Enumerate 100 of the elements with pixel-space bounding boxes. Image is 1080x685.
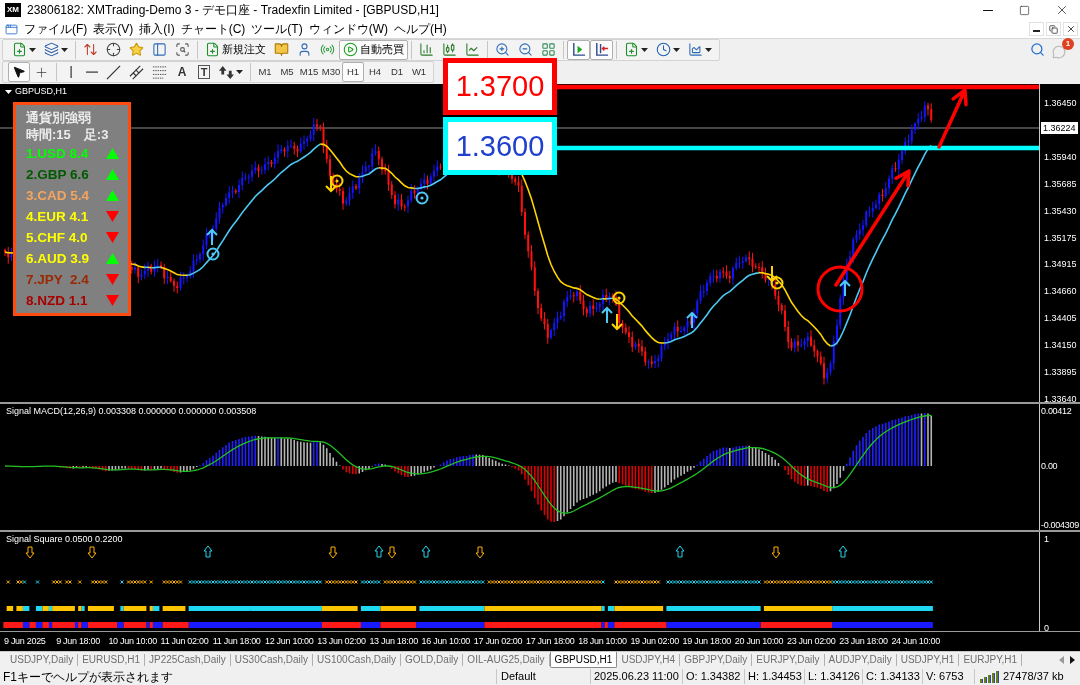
horizontal-line-icon — [85, 71, 98, 73]
chart-tab[interactable]: AUDJPY,Daily — [824, 654, 897, 666]
timeframe-button[interactable]: H1 — [342, 62, 364, 82]
close-icon — [1065, 24, 1076, 34]
menu-item[interactable]: 挿入(I) — [136, 20, 178, 38]
chart-tab[interactable]: USDJPY,H4 — [617, 654, 681, 666]
chart-tab[interactable]: US100Cash,Daily — [313, 654, 401, 666]
timeframe-button[interactable]: D1 — [386, 62, 408, 82]
ring-icon — [415, 191, 429, 205]
panel-icon — [152, 42, 167, 57]
menu-item[interactable]: チャート(C) — [177, 20, 249, 38]
scroll-left-icon[interactable] — [1059, 656, 1064, 664]
indicator-label: Signal Square 0.0500 0.2200 — [6, 534, 123, 545]
up-arrow-icon — [838, 545, 848, 558]
timeframe-button[interactable]: M1 — [254, 62, 276, 82]
text-label-button[interactable]: T — [193, 62, 215, 82]
menu-item[interactable]: ファイル(F) — [21, 20, 91, 38]
chart-shift-button[interactable] — [590, 39, 613, 60]
search-button[interactable] — [1028, 40, 1046, 59]
currency-rank-label: 6.AUD 3.9 — [26, 250, 90, 267]
vertical-line-icon — [69, 66, 72, 78]
chart-tab[interactable]: GOLD,Daily — [401, 654, 464, 666]
auto-scroll-button[interactable] — [567, 39, 590, 60]
chart-tab[interactable]: JP225Cash,Daily — [144, 654, 231, 666]
down-arrow-icon — [611, 313, 623, 331]
window-title: 23806182: XMTrading-Demo 3 - デモ口座 - Tradexfin Limited - [GBPUSD,H1] — [27, 2, 439, 19]
new-order-button[interactable]: 新規注文 — [201, 39, 270, 60]
highlight-circle — [816, 265, 864, 313]
ring-icon — [330, 174, 344, 188]
cursor-button[interactable] — [8, 62, 30, 82]
down-triangle-icon — [106, 274, 119, 285]
chart-tab[interactable]: US30Cash,Daily — [230, 654, 314, 666]
menu-item[interactable]: ツール(T) — [248, 20, 306, 38]
chart-tab[interactable]: EURJPY,Daily — [752, 654, 825, 666]
restore-button[interactable] — [1046, 22, 1061, 36]
up-triangle-icon — [106, 253, 119, 264]
chart-tab[interactable]: GBPUSD,H1 — [549, 652, 618, 668]
down-arrow-icon — [475, 546, 485, 559]
macd-axis-label: -0.004309 — [1041, 519, 1079, 531]
price-axis-label: 1.33895 — [1044, 366, 1077, 378]
time-axis-label: 23 Jun 18:00 — [839, 636, 888, 647]
up-triangle-icon — [106, 190, 119, 201]
time-axis-label: 10 Jun 10:00 — [108, 636, 157, 647]
price-axis-label: 1.34915 — [1044, 258, 1077, 271]
price-level-label: 1.3600 — [443, 117, 557, 175]
time-axis-label: 16 Jun 10:00 — [421, 636, 471, 647]
down-arrow-icon — [325, 175, 337, 193]
minimize-button[interactable] — [1029, 22, 1044, 36]
chart-tab[interactable]: EURUSD,H1 — [78, 654, 145, 666]
chart-tab[interactable]: GBPJPY,Daily — [680, 654, 753, 666]
axes-play-icon — [571, 42, 586, 57]
timeframe-button[interactable]: W1 — [408, 62, 430, 82]
up-arrow-icon — [203, 545, 213, 558]
down-arrow-icon — [328, 546, 338, 559]
timeframe-button[interactable]: M15 — [298, 62, 320, 82]
timeframe-button[interactable]: M30 — [320, 62, 342, 82]
timeframe-button[interactable]: M5 — [276, 62, 298, 82]
messages-button[interactable]: 1 — [1052, 40, 1072, 59]
text-tool-button[interactable]: A — [171, 62, 193, 82]
timeframe-button[interactable]: H4 — [364, 62, 386, 82]
price-axis-label: 1.35685 — [1044, 177, 1077, 190]
bar-count-label: 足:3 — [83, 126, 109, 143]
minimize-icon — [982, 9, 993, 11]
currency-rank-label: 2.GBP 6.6 — [26, 166, 89, 183]
caret-icon — [5, 89, 12, 94]
current-price-label: 1.36224 — [1041, 122, 1078, 134]
price-axis-label: 1.35940 — [1044, 150, 1077, 163]
grid-icon — [541, 42, 556, 57]
scroll-right-icon[interactable] — [1070, 656, 1075, 664]
trend-arrow — [937, 88, 968, 149]
book-icon — [274, 42, 289, 57]
time-axis-label: 13 Jun 18:00 — [369, 636, 418, 647]
time-axis-label: 17 Jun 18:00 — [526, 636, 575, 647]
price-axis-label: 1.35175 — [1044, 231, 1077, 244]
minimize-icon — [1033, 30, 1040, 32]
status-open: O: 1.34382 — [682, 669, 744, 684]
chart-tab[interactable]: USDJPY,H1 — [896, 654, 960, 666]
down-arrow-icon — [25, 546, 35, 559]
time-axis-label: 11 Jun 18:00 — [212, 636, 261, 647]
time-axis-label: 24 Jun 10:00 — [891, 636, 940, 647]
status-close: C: 1.34133 — [862, 669, 922, 684]
menu-item[interactable]: ウィンドウ(W) — [305, 20, 391, 38]
connection-bars-icon — [979, 670, 1001, 683]
menu-item[interactable]: 表示(V) — [90, 20, 137, 38]
down-arrow-icon — [387, 546, 397, 559]
close-button[interactable] — [1063, 22, 1078, 36]
chart-tab[interactable]: EURJPY,H1 — [959, 654, 1023, 666]
auto-trading-button[interactable]: 自動売買 — [339, 39, 408, 60]
price-axis-label: 1.36450 — [1044, 97, 1077, 109]
time-axis-label: 12 Jun 10:00 — [265, 636, 314, 647]
play-icon — [343, 42, 358, 57]
period-label: 時間:15 — [26, 126, 71, 143]
price-axis-label: 1.34405 — [1044, 312, 1077, 325]
chart-tab[interactable]: USDJPY,Daily — [6, 654, 79, 666]
time-axis-label: 17 Jun 02:00 — [473, 636, 523, 647]
chart-tab[interactable]: OIL-AUG25,Daily — [463, 654, 550, 666]
down-triangle-icon — [106, 295, 119, 306]
time-axis-label: 19 Jun 18:00 — [682, 636, 732, 647]
file-plus-icon — [12, 42, 27, 57]
menu-item[interactable]: ヘルプ(H) — [391, 20, 450, 38]
